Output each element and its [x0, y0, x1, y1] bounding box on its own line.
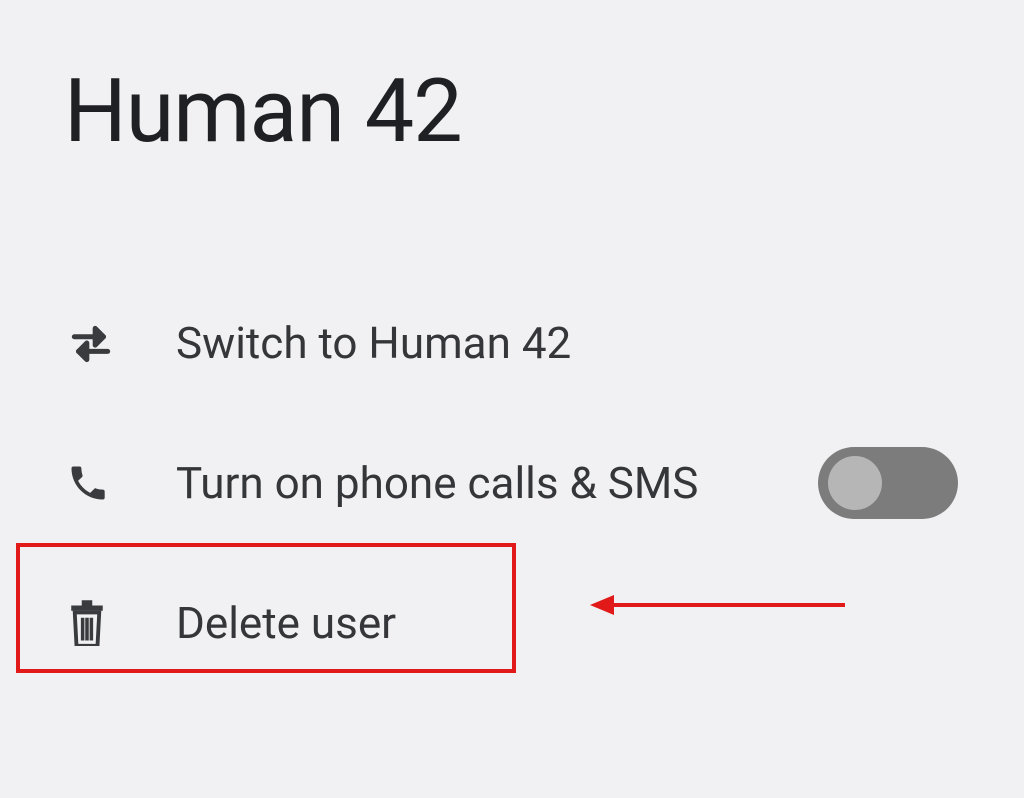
toggle-knob — [828, 456, 882, 510]
phone-sms-label: Turn on phone calls & SMS — [176, 457, 698, 509]
switch-user-label: Switch to Human 42 — [176, 317, 571, 369]
phone-sms-toggle[interactable] — [818, 447, 958, 519]
phone-sms-item[interactable]: Turn on phone calls & SMS — [60, 413, 964, 553]
delete-user-label: Delete user — [176, 597, 396, 649]
phone-icon — [66, 461, 121, 505]
trash-icon — [66, 600, 121, 646]
switch-user-item[interactable]: Switch to Human 42 — [60, 273, 964, 413]
delete-user-item[interactable]: Delete user — [60, 553, 964, 693]
swap-icon — [66, 318, 121, 368]
page-title: Human 42 — [64, 60, 964, 163]
